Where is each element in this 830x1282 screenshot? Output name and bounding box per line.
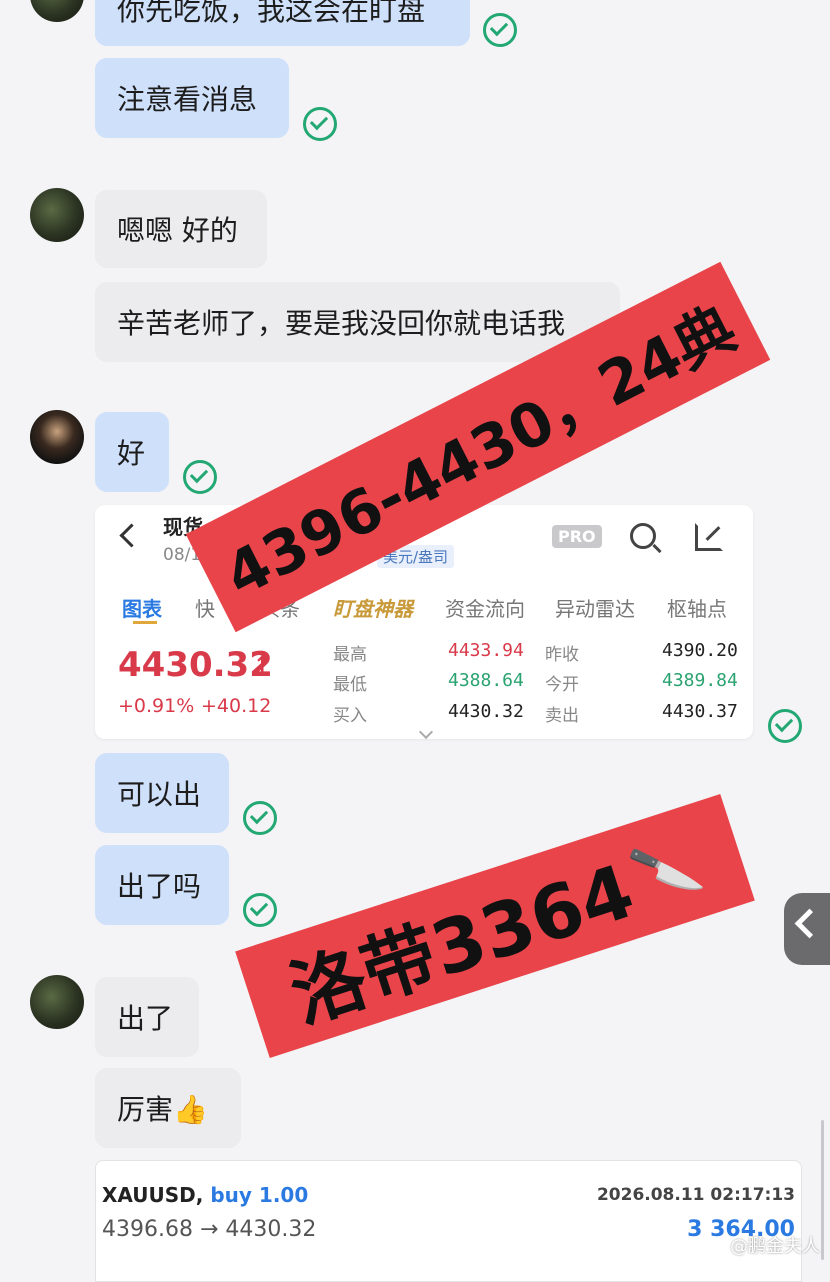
avatar[interactable] — [30, 410, 84, 464]
message-text: 好 — [117, 437, 146, 470]
trade-record[interactable]: XAUUSD, buy 1.00 2026.08.11 02:17:13 439… — [95, 1160, 802, 1282]
expand-chevron-icon[interactable] — [418, 724, 434, 739]
change-percent: +0.91% — [118, 695, 195, 717]
bid-value: 4430.32 — [448, 701, 524, 722]
message-bubble[interactable]: 厉害👍 — [95, 1068, 241, 1148]
message-bubble[interactable]: 出了吗 — [95, 845, 229, 925]
low-value: 4388.64 — [448, 670, 524, 691]
knife-icon: 🔪 — [624, 829, 708, 911]
low-label: 最低 — [333, 675, 367, 695]
read-check-icon — [243, 893, 277, 927]
active-tab-indicator — [133, 621, 157, 624]
search-icon-handle — [652, 543, 662, 554]
message-text: 出了吗 — [117, 870, 202, 903]
bid-label: 买入 — [333, 706, 367, 726]
pro-badge[interactable]: PRO — [552, 525, 602, 548]
high-value: 4433.94 — [448, 640, 524, 661]
tab-watch-tool[interactable]: 盯盘神器 — [333, 593, 413, 622]
avatar[interactable] — [30, 0, 84, 22]
ask-value: 4430.37 — [662, 701, 738, 722]
message-text: 你先吃饭，我这会在盯盘 — [117, 0, 426, 27]
message-bubble[interactable]: 可以出 — [95, 753, 229, 833]
message-text: 注意看消息 — [117, 83, 258, 116]
message-bubble[interactable]: 嗯嗯 好的 — [95, 190, 267, 268]
scrollbar[interactable] — [821, 1120, 824, 1260]
trade-side: buy 1.00 — [210, 1183, 309, 1207]
tab-chart[interactable]: 图表 — [122, 593, 162, 622]
read-check-icon — [183, 460, 217, 494]
change-absolute: +40.12 — [201, 695, 272, 717]
message-text: 出了 — [117, 1002, 174, 1035]
message-bubble[interactable]: 注意看消息 — [95, 58, 289, 138]
message-bubble[interactable]: 你先吃饭，我这会在盯盘 — [95, 0, 470, 46]
message-bubble[interactable]: 好 — [95, 412, 169, 492]
read-check-icon — [243, 801, 277, 835]
banner-text: 洛带3364 — [280, 847, 644, 1040]
current-price: 4430.32 — [118, 645, 273, 685]
ask-label: 卖出 — [545, 706, 579, 726]
tab-flash[interactable]: 快 — [195, 593, 215, 622]
avatar[interactable] — [30, 188, 84, 242]
side-collapse-tab[interactable] — [784, 893, 830, 965]
avatar[interactable] — [30, 975, 84, 1029]
back-icon[interactable] — [119, 523, 144, 548]
trade-time: 2026.08.11 02:17:13 — [596, 1185, 795, 1205]
message-bubble[interactable]: 辛苦老师了，要是我没回你就电话我 — [95, 282, 620, 362]
read-check-icon — [768, 709, 802, 743]
read-check-icon — [483, 13, 517, 47]
trade-symbol: XAUUSD, — [102, 1183, 204, 1207]
message-text: 可以出 — [117, 778, 202, 811]
message-text: 厉害👍 — [117, 1093, 208, 1126]
high-label: 最高 — [333, 645, 367, 665]
prev-close-value: 4390.20 — [662, 640, 738, 661]
prev-close-label: 昨收 — [545, 645, 579, 665]
tab-radar[interactable]: 异动雷达 — [555, 593, 635, 622]
up-arrow-icon: ↑ — [253, 653, 272, 678]
open-label: 今开 — [545, 675, 579, 695]
profit-banner: 洛带3364 🔪 — [235, 793, 755, 1059]
watermark: @鹏金夫人 — [730, 1236, 820, 1257]
message-bubble[interactable]: 出了 — [95, 977, 199, 1057]
open-value: 4389.84 — [662, 670, 738, 691]
tab-pivot[interactable]: 枢轴点 — [667, 593, 727, 622]
message-text: 嗯嗯 好的 — [117, 214, 238, 247]
read-check-icon — [303, 107, 337, 141]
trade-prices: 4396.68 → 4430.32 — [102, 1217, 317, 1242]
message-text: 辛苦老师了，要是我没回你就电话我 — [117, 307, 566, 340]
tab-capital-flow[interactable]: 资金流向 — [445, 593, 525, 622]
